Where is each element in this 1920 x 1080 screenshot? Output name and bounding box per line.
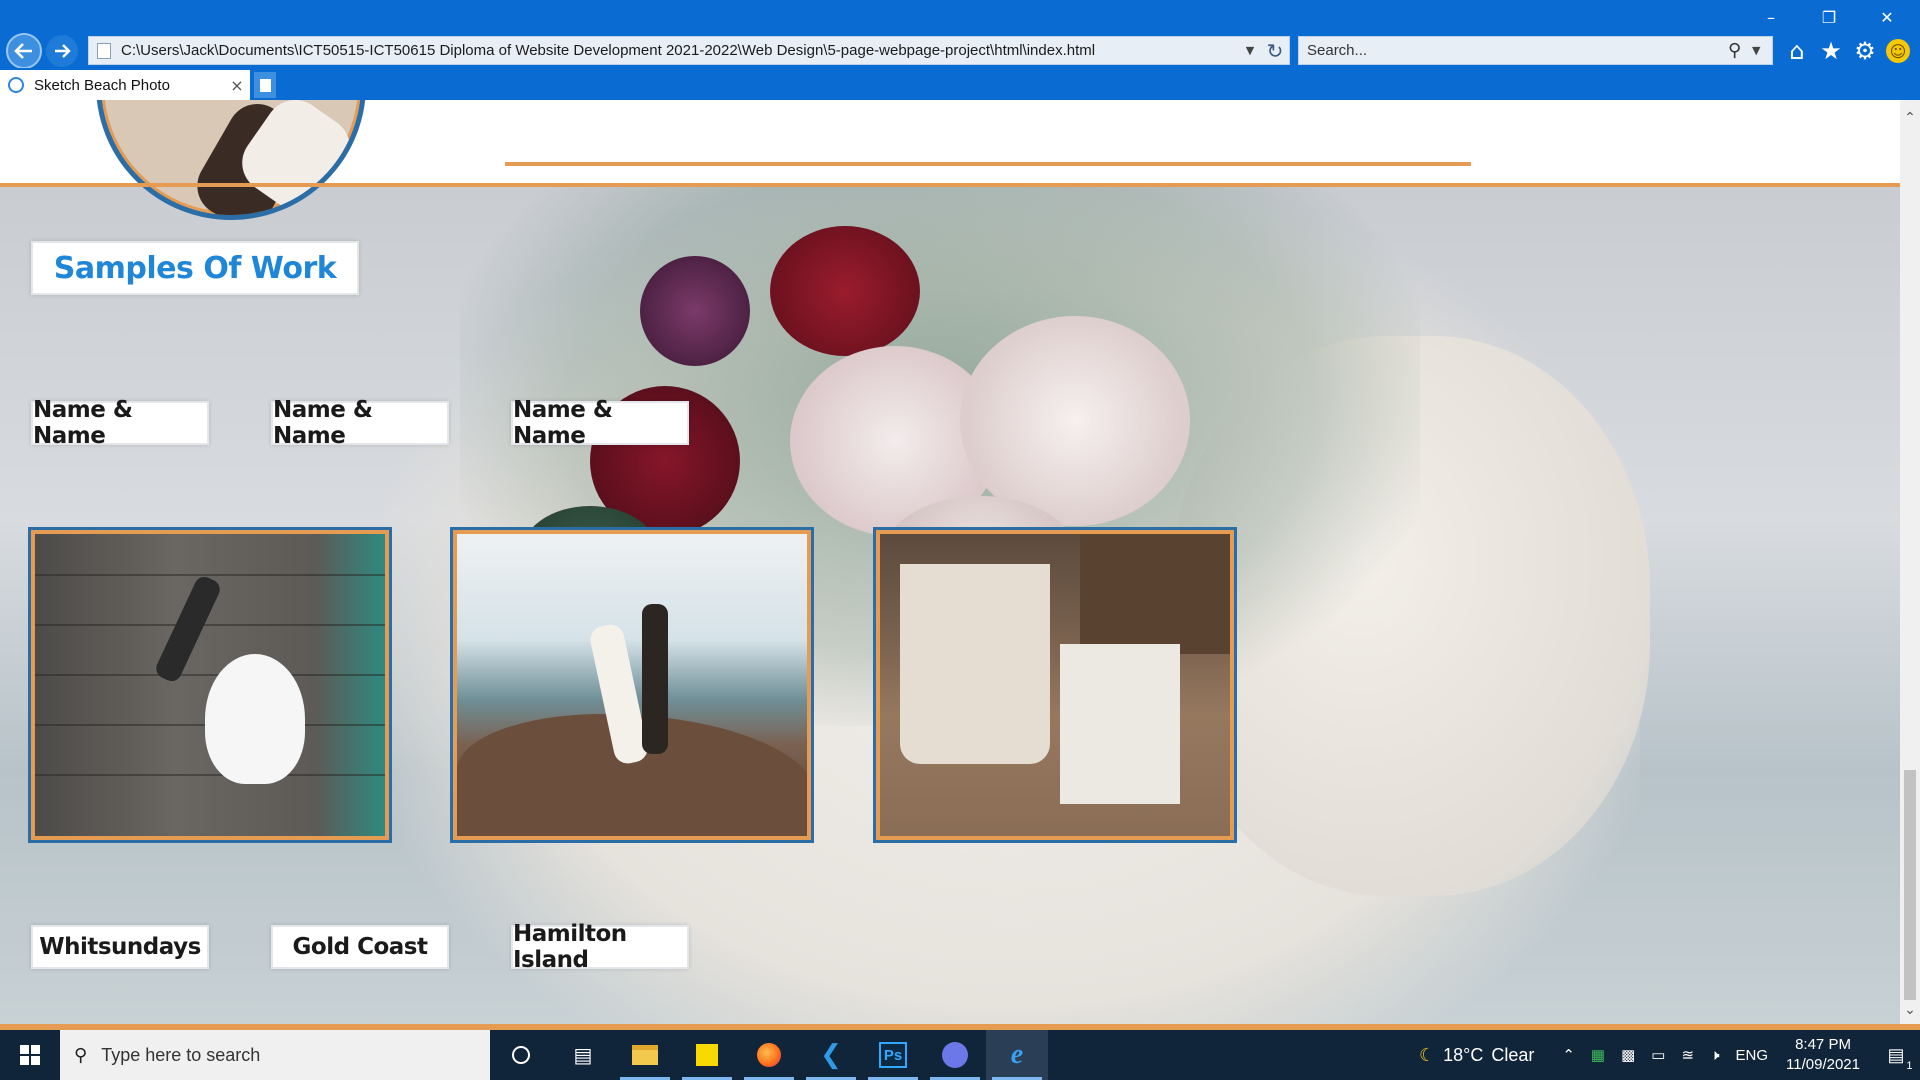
vscode-icon: ❮ — [820, 1040, 842, 1070]
work-photo-whitsundays[interactable] — [31, 530, 389, 840]
scrollbar-thumb[interactable] — [1904, 770, 1916, 1000]
work-photo-gold-coast[interactable] — [453, 530, 811, 840]
cortana-circle-icon — [507, 1042, 535, 1068]
close-window-icon[interactable]: ✕ — [1858, 4, 1916, 32]
new-tab-button[interactable] — [254, 72, 276, 98]
feedback-smiley-icon[interactable]: ☺ — [1886, 39, 1910, 63]
restore-icon[interactable]: ❐ — [1800, 4, 1858, 32]
address-text[interactable]: C:\Users\Jack\Documents\ICT50515-ICT5061… — [121, 42, 1239, 59]
weather-text: Clear — [1491, 1044, 1535, 1065]
system-tray: ☾ 18°C Clear ⌃ ▦ ▩ ▭ ≊ 🕨 ENG 8:47 PM 11/… — [1419, 1030, 1920, 1080]
task-view-button[interactable]: ▤ — [552, 1030, 614, 1080]
name-label-3: Name & Name — [511, 397, 689, 449]
arrow-right-icon — [55, 44, 71, 58]
vertical-scrollbar[interactable]: ⌃ ⌄ — [1900, 100, 1920, 1024]
site-header — [0, 100, 1900, 220]
location-label-whitsundays: Whitsundays — [31, 925, 209, 969]
start-button[interactable] — [0, 1030, 60, 1080]
window-controls: – ❐ ✕ — [1742, 4, 1916, 32]
weather-temp: 18°C — [1443, 1044, 1484, 1065]
sticky-notes-icon — [693, 1042, 721, 1068]
taskbar-search-input[interactable]: Type here to search — [101, 1045, 260, 1066]
notifications-icon[interactable]: ▤ 1 — [1878, 1037, 1914, 1073]
taskbar-vscode[interactable]: ❮ — [800, 1030, 862, 1080]
windows-logo-icon — [20, 1045, 40, 1065]
chevron-up-icon[interactable]: ⌃ — [1562, 1046, 1575, 1064]
header-bottom-border — [0, 183, 1900, 187]
header-divider — [505, 162, 1471, 166]
ie-favicon-icon — [8, 77, 24, 93]
battery-icon[interactable]: ▭ — [1651, 1046, 1665, 1064]
taskbar-internet-explorer[interactable]: e — [986, 1030, 1048, 1080]
firefox-icon — [755, 1042, 783, 1068]
toolbar-icons: ⌂ ★ ⚙ ☺ — [1784, 36, 1910, 66]
forward-button[interactable] — [46, 35, 78, 67]
work-photo-hamilton-island[interactable] — [876, 530, 1234, 840]
taskbar-firefox[interactable] — [738, 1030, 800, 1080]
app-tray-icon[interactable]: ▦ — [1591, 1046, 1605, 1064]
wifi-icon[interactable]: ≊ — [1681, 1046, 1694, 1064]
samples-of-work-heading: Samples Of Work — [31, 241, 359, 295]
location-label-gold-coast: Gold Coast — [271, 925, 449, 969]
tab-sketch-beach-photo[interactable]: Sketch Beach Photo × — [0, 70, 250, 100]
name-label-1: Name & Name — [31, 397, 209, 449]
tab-bar: Sketch Beach Photo × — [0, 68, 1920, 100]
notification-count: 1 — [1906, 1059, 1913, 1072]
taskbar-sticky-notes[interactable] — [676, 1030, 738, 1080]
volume-muted-icon[interactable]: 🕨 — [1710, 1047, 1719, 1064]
page-viewport: Samples Of Work Name & Name Name & Name … — [0, 100, 1900, 1024]
task-view-icon: ▤ — [573, 1043, 593, 1067]
settings-gear-icon[interactable]: ⚙ — [1852, 37, 1878, 65]
language-indicator[interactable]: ENG — [1736, 1047, 1769, 1064]
scroll-down-icon[interactable]: ⌄ — [1900, 1000, 1920, 1020]
location-label-hamilton-island: Hamilton Island — [511, 921, 689, 973]
discord-icon — [941, 1042, 969, 1068]
taskbar-search[interactable]: ⚲ Type here to search — [60, 1030, 490, 1080]
new-tab-icon — [259, 78, 271, 92]
browser-search-input[interactable]: Search... — [1307, 42, 1728, 59]
tab-close-icon[interactable]: × — [224, 76, 250, 95]
search-icon[interactable]: ⚲ — [1728, 40, 1752, 61]
back-button[interactable] — [6, 33, 42, 69]
taskbar-photoshop[interactable]: Ps — [862, 1030, 924, 1080]
scroll-up-icon[interactable]: ⌃ — [1900, 108, 1920, 128]
browser-search-box[interactable]: Search... ⚲ ▼ — [1298, 36, 1773, 65]
cortana-button[interactable] — [490, 1030, 552, 1080]
taskbar-file-explorer[interactable] — [614, 1030, 676, 1080]
search-icon: ⚲ — [74, 1044, 88, 1066]
address-bar[interactable]: C:\Users\Jack\Documents\ICT50515-ICT5061… — [88, 36, 1290, 65]
weather-widget[interactable]: ☾ 18°C Clear — [1419, 1045, 1534, 1066]
refresh-icon[interactable]: ↻ — [1261, 39, 1289, 63]
arrow-left-icon — [14, 43, 32, 59]
photoshop-icon: Ps — [879, 1042, 907, 1068]
clock[interactable]: 8:47 PM 11/09/2021 — [1786, 1035, 1860, 1075]
device-icon[interactable]: ▩ — [1621, 1046, 1635, 1064]
favorites-star-icon[interactable]: ★ — [1818, 37, 1844, 65]
internet-explorer-icon: e — [1010, 1039, 1024, 1070]
moon-icon: ☾ — [1418, 1044, 1436, 1065]
clock-date: 11/09/2021 — [1786, 1056, 1860, 1073]
taskbar-discord[interactable] — [924, 1030, 986, 1080]
address-dropdown-icon[interactable]: ▼ — [1239, 44, 1261, 57]
name-label-2: Name & Name — [271, 397, 449, 449]
folder-icon — [631, 1042, 659, 1068]
browser-titlebar: – ❐ ✕ C:\Users\Jack\Documents\ICT50515-I… — [0, 0, 1920, 69]
tab-label: Sketch Beach Photo — [34, 76, 170, 94]
home-icon[interactable]: ⌂ — [1784, 37, 1810, 65]
search-dropdown-icon[interactable]: ▼ — [1752, 44, 1772, 57]
page-icon — [97, 42, 111, 59]
taskbar-apps: ▤ ❮ Ps e — [490, 1030, 1048, 1080]
clock-time: 8:47 PM — [1795, 1036, 1851, 1053]
minimize-icon[interactable]: – — [1742, 4, 1800, 32]
